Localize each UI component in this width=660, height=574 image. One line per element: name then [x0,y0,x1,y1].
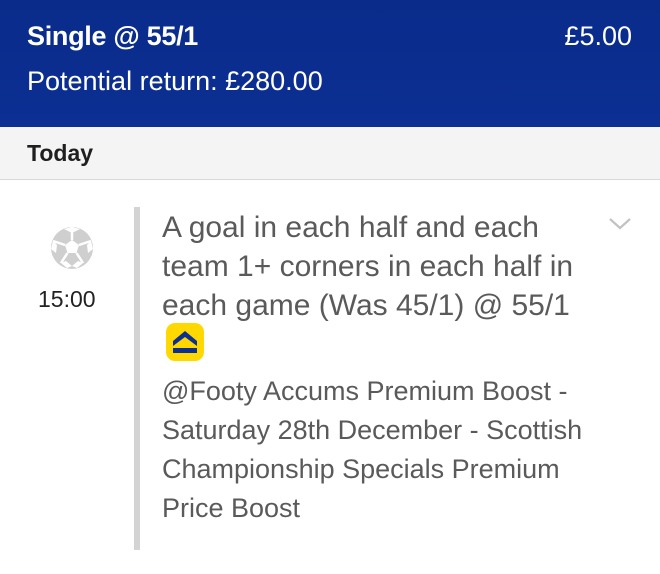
selection-description: A goal in each half and each team 1+ cor… [162,211,574,322]
football-icon [50,226,94,270]
price-boost-icon [166,323,204,361]
bet-header: Single @ 55/1 £5.00 Potential return: £2… [0,0,660,127]
vertical-divider [134,207,140,550]
bet-title: Single @ 55/1 [27,21,198,51]
market-description: @Footy Accums Premium Boost - Saturday 2… [162,376,583,523]
potential-return: Potential return: £280.00 [27,66,323,96]
event-time: 15:00 [38,286,96,312]
date-section-label: Today [27,140,94,166]
date-section-header: Today [0,127,660,180]
chevron-down-icon[interactable] [608,216,632,232]
stake-amount: £5.00 [564,21,632,51]
